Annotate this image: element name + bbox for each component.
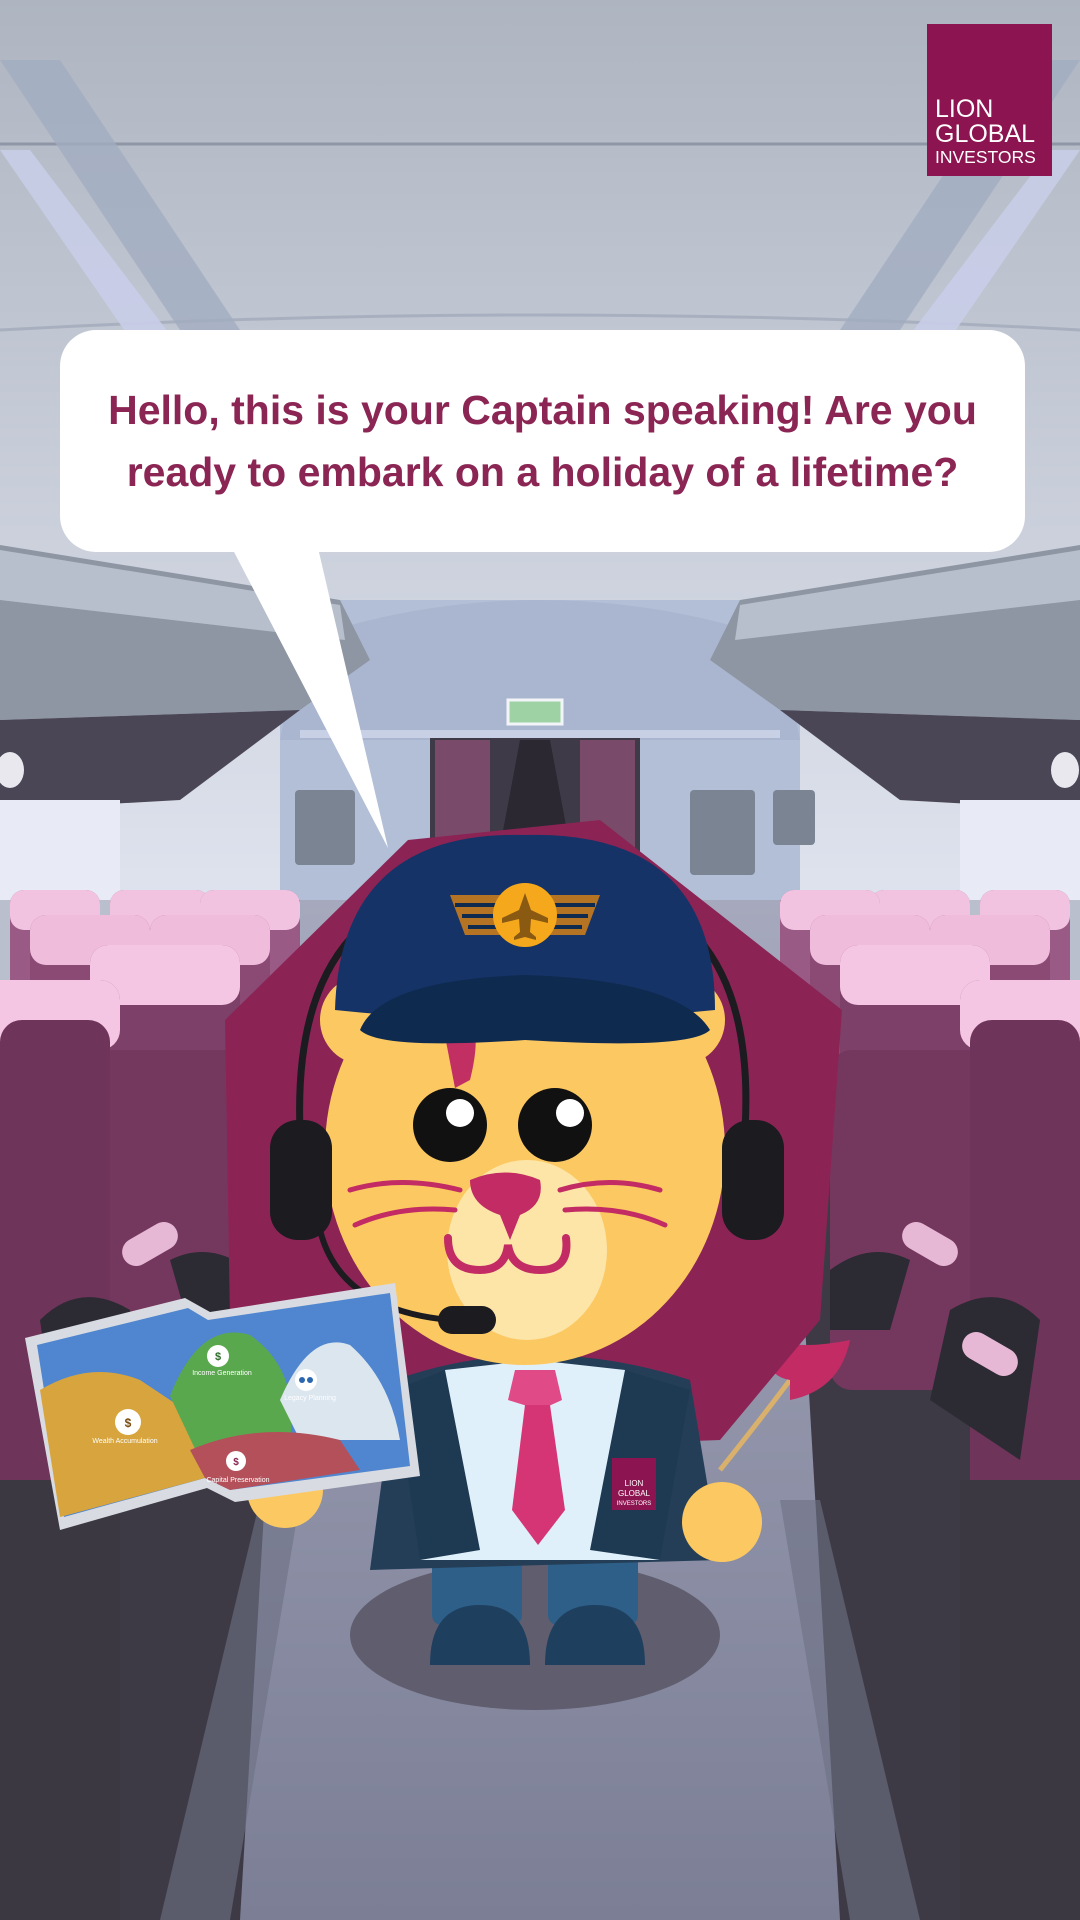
family-icon — [295, 1369, 317, 1391]
lion-eye-right — [518, 1088, 592, 1162]
logo-line-3: INVESTORS — [935, 146, 1036, 167]
headset-microphone — [438, 1306, 496, 1334]
svg-text:Wealth Accumulation: Wealth Accumulation — [92, 1438, 157, 1445]
svg-text:INVESTORS: INVESTORS — [617, 1501, 652, 1507]
lion-global-investors-logo: LION GLOBAL INVESTORS — [927, 24, 1052, 176]
logo-line-2: GLOBAL — [935, 119, 1036, 148]
svg-text:GLOBAL: GLOBAL — [618, 1489, 651, 1498]
svg-text:$: $ — [125, 1416, 132, 1430]
logo-line-1: LION — [935, 94, 994, 123]
svg-text:$: $ — [233, 1457, 239, 1468]
svg-text:LION: LION — [625, 1479, 644, 1488]
svg-text:Legacy Planning: Legacy Planning — [284, 1395, 336, 1402]
airplane-cabin-screen: LION GLOBAL INVESTORS $ $ $ Wealth Accum… — [0, 0, 1080, 1920]
speech-bubble: Hello, this is your Captain speaking! Ar… — [60, 330, 1025, 552]
mascot-shadow — [350, 1560, 720, 1710]
svg-text:$: $ — [215, 1351, 221, 1363]
lion-eye-left — [413, 1088, 487, 1162]
captain-greeting-text: Hello, this is your Captain speaking! Ar… — [108, 387, 977, 495]
exit-sign — [506, 698, 564, 726]
headset-right-earcup — [722, 1120, 784, 1240]
svg-text:Capital Preservation: Capital Preservation — [206, 1477, 269, 1484]
svg-text:Income Generation: Income Generation — [192, 1370, 252, 1377]
headset-left-earcup — [270, 1120, 332, 1240]
cabin-illustration: LION GLOBAL INVESTORS $ $ $ Wealth Accum… — [0, 0, 1080, 1920]
